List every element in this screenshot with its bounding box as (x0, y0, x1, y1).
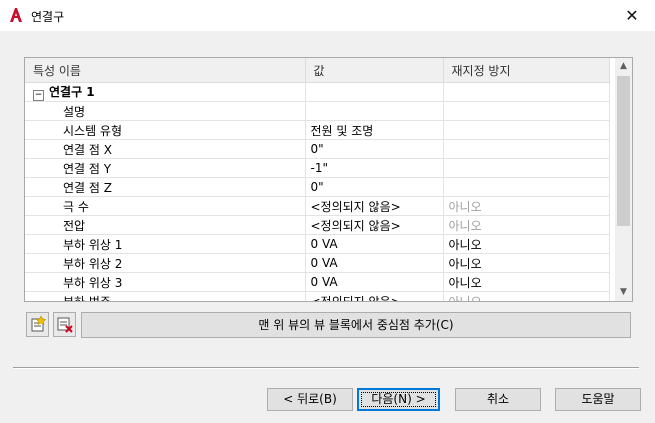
property-row[interactable]: 부하 위상 30 VA 아니오 (25, 272, 610, 292)
column-header-no-override[interactable]: 재지정 방지 (443, 58, 610, 83)
property-row[interactable]: 전압 <정의되지 않음> 아니오 (25, 215, 610, 235)
property-name-cell[interactable]: 연결 점 X (25, 139, 306, 159)
property-row[interactable]: 극 수 <정의되지 않음> 아니오 (25, 196, 610, 216)
window-title: 연결구 (31, 10, 65, 24)
grid-header: 특성 이름 값 재지정 방지 (25, 58, 610, 83)
column-header-value[interactable]: 값 (305, 58, 444, 83)
property-name-cell[interactable]: 설명 (25, 101, 306, 121)
property-table: 특성 이름 값 재지정 방지 − 연결구 1 설명 시스템 유형 전원 및 조명 연결 … (25, 58, 610, 301)
scroll-down-icon[interactable]: ▼ (615, 284, 632, 301)
property-value-cell[interactable]: 0" (305, 139, 444, 159)
property-value-cell[interactable]: 전원 및 조명 (305, 120, 444, 140)
property-row[interactable]: 연결 점 Y -1" (25, 158, 610, 178)
property-name-cell[interactable]: 부하 위상 1 (25, 234, 306, 254)
no-override-cell[interactable]: 아니오 (443, 215, 610, 235)
property-name-cell[interactable]: 극 수 (25, 196, 306, 216)
focus-indicator (361, 392, 436, 407)
property-value-cell[interactable]: 0 VA (305, 234, 444, 254)
property-name-cell[interactable]: 전압 (25, 215, 306, 235)
no-override-cell[interactable] (443, 177, 610, 197)
separator (13, 367, 639, 369)
group-label: 연결구 1 (49, 85, 95, 99)
scroll-up-icon[interactable]: ▲ (615, 58, 632, 75)
property-row[interactable]: 부하 범주 <정의되지 않음> 아니오 (25, 291, 610, 301)
grid-body: − 연결구 1 설명 시스템 유형 전원 및 조명 연결 점 X 0" 연결 점 Y -1" 연… (25, 82, 610, 301)
property-name-cell[interactable]: 부하 범주 (25, 291, 306, 301)
group-row[interactable]: − 연결구 1 (25, 82, 610, 102)
property-value-cell[interactable]: <정의되지 않음> (305, 196, 444, 216)
property-row[interactable]: 부하 위상 10 VA 아니오 (25, 234, 610, 254)
property-name-cell[interactable]: 시스템 유형 (25, 120, 306, 140)
vertical-scrollbar[interactable]: ▲ ▼ (615, 58, 632, 301)
title-bar: 연결구 ✕ (0, 0, 655, 31)
property-value-cell[interactable]: -1" (305, 158, 444, 178)
property-value-cell[interactable] (305, 101, 444, 121)
add-property-icon (31, 315, 47, 332)
back-button[interactable]: < 뒤로(B) (267, 388, 353, 411)
add-property-button[interactable] (26, 312, 49, 337)
autocad-logo-icon (8, 7, 24, 23)
property-value-cell[interactable]: <정의되지 않음> (305, 215, 444, 235)
property-value-cell[interactable]: 0 VA (305, 272, 444, 292)
no-override-cell[interactable] (443, 101, 610, 121)
property-name-cell[interactable]: 부하 위상 3 (25, 272, 306, 292)
help-button[interactable]: 도움말 (555, 388, 641, 411)
no-override-cell[interactable] (443, 120, 610, 140)
property-name-cell[interactable]: 연결 점 Y (25, 158, 306, 178)
cancel-button[interactable]: 취소 (455, 388, 541, 411)
no-override-cell[interactable] (443, 158, 610, 178)
delete-property-button[interactable] (53, 312, 76, 337)
property-name-cell[interactable]: 연결 점 Z (25, 177, 306, 197)
property-row[interactable]: 연결 점 Z 0" (25, 177, 610, 197)
collapse-icon[interactable]: − (33, 90, 44, 101)
property-value-cell[interactable]: <정의되지 않음> (305, 291, 444, 301)
column-header-property-name[interactable]: 특성 이름 (25, 58, 306, 83)
property-value-cell[interactable]: 0" (305, 177, 444, 197)
no-override-cell[interactable]: 아니오 (443, 253, 610, 273)
close-button[interactable]: ✕ (609, 0, 655, 31)
no-override-cell[interactable]: 아니오 (443, 291, 610, 301)
add-center-point-button[interactable]: 맨 위 뷰의 뷰 블록에서 중심점 추가(C) (81, 312, 631, 338)
no-override-cell[interactable]: 아니오 (443, 272, 610, 292)
property-name-cell[interactable]: 부하 위상 2 (25, 253, 306, 273)
property-grid[interactable]: 특성 이름 값 재지정 방지 − 연결구 1 설명 시스템 유형 전원 및 조명 연결 … (24, 57, 633, 302)
property-row[interactable]: 연결 점 X 0" (25, 139, 610, 159)
delete-property-icon (57, 317, 73, 333)
property-row[interactable]: 설명 (25, 101, 610, 121)
no-override-cell[interactable]: 아니오 (443, 234, 610, 254)
no-override-cell[interactable]: 아니오 (443, 196, 610, 216)
next-button[interactable]: 다음(N) > (357, 388, 440, 411)
property-value-cell[interactable]: 0 VA (305, 253, 444, 273)
scroll-thumb[interactable] (617, 76, 630, 226)
property-row[interactable]: 부하 위상 20 VA 아니오 (25, 253, 610, 273)
no-override-cell[interactable] (443, 139, 610, 159)
property-row[interactable]: 시스템 유형 전원 및 조명 (25, 120, 610, 140)
